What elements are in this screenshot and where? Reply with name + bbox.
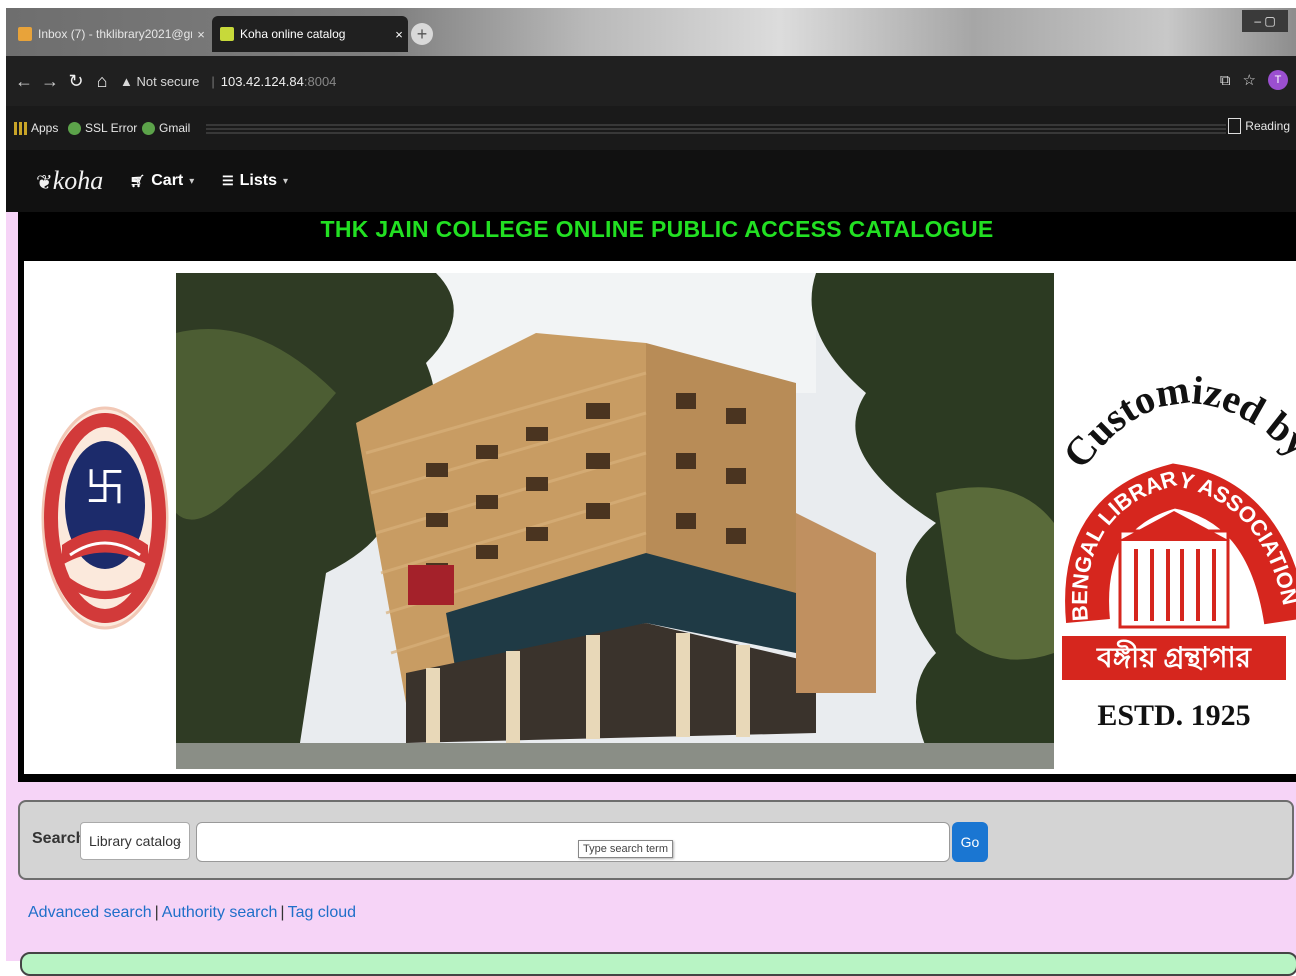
college-seal-logo: 卐: [41, 406, 169, 630]
koha-logo[interactable]: ❦koha: [36, 166, 103, 196]
search-tooltip: Type search term: [578, 840, 673, 858]
koha-navbar: ❦koha 🛒︎ Cart ▾ ☰ Lists ▾: [6, 150, 1296, 212]
tab-title: Koha online catalog: [240, 27, 346, 41]
reading-list-button[interactable]: Reading: [1228, 118, 1290, 134]
tab-gmail-inbox[interactable]: Inbox (7) - thklibrary2021@gma ×: [10, 16, 210, 52]
browser-address-bar: ← → ↻ ⌂ ▲ Not secure | 103.42.124.84:800…: [6, 56, 1296, 106]
url-host: 103.42.124.84: [220, 73, 304, 89]
apps-grid-icon: [14, 121, 27, 135]
bookmarks-bar: Apps SSL Error Gmail Reading: [6, 106, 1296, 150]
chevron-down-icon: ▾: [189, 175, 195, 187]
toolbar-actions: ⧉ ☆ T: [1220, 70, 1288, 90]
url-port: :8004: [303, 73, 337, 89]
tag-cloud-link[interactable]: Tag cloud: [288, 904, 357, 921]
search-type-value: Library catalog: [89, 833, 181, 849]
bookmark-label: SSL Error: [85, 121, 138, 135]
bookmark-apps[interactable]: Apps: [14, 118, 58, 138]
svg-text:卐: 卐: [85, 465, 125, 511]
chevron-down-icon: ⌄: [174, 835, 183, 847]
window-controls[interactable]: – ▢: [1242, 10, 1288, 32]
cart-icon: 🛒︎: [130, 174, 146, 188]
go-button[interactable]: Go: [952, 822, 988, 862]
lists-menu[interactable]: ☰ Lists ▾: [222, 172, 288, 190]
opac-header-banner: THK JAIN COLLEGE ONLINE PUBLIC ACCESS CA…: [18, 212, 1296, 782]
bla-emblem: Customized by BENGAL LIBRARY ASSOCIATION: [1058, 366, 1296, 629]
bookmark-ssl-error[interactable]: SSL Error: [68, 118, 137, 138]
tab-title: Inbox (7) - thklibrary2021@gma: [38, 27, 192, 41]
search-input[interactable]: [196, 822, 950, 862]
bookmark-label: Gmail: [159, 121, 191, 135]
close-tab-icon[interactable]: ×: [192, 27, 210, 42]
link-separator: |: [280, 904, 285, 921]
bookmark-star-icon[interactable]: ☆: [1243, 71, 1256, 89]
bengal-library-association-logo: Customized by BENGAL LIBRARY ASSOCIATION…: [1058, 351, 1296, 751]
koha-leaf-icon: ❦: [36, 172, 53, 194]
back-arrow-icon[interactable]: ←: [14, 70, 34, 92]
close-tab-icon[interactable]: ×: [390, 27, 408, 42]
tab-koha-catalog[interactable]: Koha online catalog ×: [212, 16, 408, 52]
url-field[interactable]: ▲ Not secure | 103.42.124.84:8004: [120, 68, 1190, 94]
list-icon: ☰: [222, 173, 234, 188]
bookmark-label: Apps: [31, 121, 59, 135]
bla-bengali-name: বঙ্গীয় গ্রন্থাগার পরিষদ: [1062, 636, 1286, 717]
search-label: Search: [32, 830, 86, 847]
banner-content: 卐 Customized BENGAL LIBRARY ASSOCIATI বঙ…: [24, 261, 1296, 774]
home-icon[interactable]: ⌂: [92, 70, 112, 92]
browser-tab-strip: Inbox (7) - thklibrary2021@gma × Koha on…: [6, 8, 1296, 56]
profile-avatar[interactable]: T: [1268, 70, 1288, 90]
college-building-photo: [176, 273, 1054, 769]
search-links: Advanced search | Authority search | Tag clo…: [28, 904, 356, 922]
koha-favicon-icon: [220, 27, 234, 41]
reload-icon[interactable]: ↻: [66, 70, 86, 92]
not-secure-warning[interactable]: ▲ Not secure: [120, 74, 199, 89]
content-panel: [20, 952, 1296, 976]
gmail-icon: [18, 27, 32, 41]
cart-label: Cart: [151, 172, 184, 189]
bookmark-gmail[interactable]: Gmail: [142, 118, 190, 138]
share-icon[interactable]: ⧉: [1220, 72, 1231, 89]
link-separator: |: [154, 904, 159, 921]
cart-menu[interactable]: 🛒︎ Cart ▾: [130, 172, 194, 190]
page-title: THK JAIN COLLEGE ONLINE PUBLIC ACCESS CA…: [320, 216, 994, 242]
reading-list-icon: [1228, 118, 1242, 134]
bookmarks-bar-background: [206, 122, 1226, 134]
lists-label: Lists: [239, 172, 277, 189]
chevron-down-icon: ▾: [283, 175, 289, 187]
search-panel: Search Library catalog ⌄ Type search ter…: [18, 800, 1294, 880]
search-type-select[interactable]: Library catalog ⌄: [80, 822, 190, 860]
chrome-icon: [68, 121, 81, 135]
bla-established-year: ESTD. 1925: [1097, 699, 1251, 732]
bla-arc-text: Customized by: [1058, 366, 1296, 476]
advanced-search-link[interactable]: Advanced search: [28, 904, 152, 921]
url-separator: |: [211, 73, 215, 89]
reading-list-label: Reading: [1245, 119, 1290, 133]
koha-logo-text: koha: [52, 166, 104, 195]
forward-arrow-icon[interactable]: →: [40, 70, 60, 92]
authority-search-link[interactable]: Authority search: [162, 904, 278, 921]
chrome-icon: [142, 121, 155, 135]
new-tab-button[interactable]: +: [411, 23, 433, 45]
